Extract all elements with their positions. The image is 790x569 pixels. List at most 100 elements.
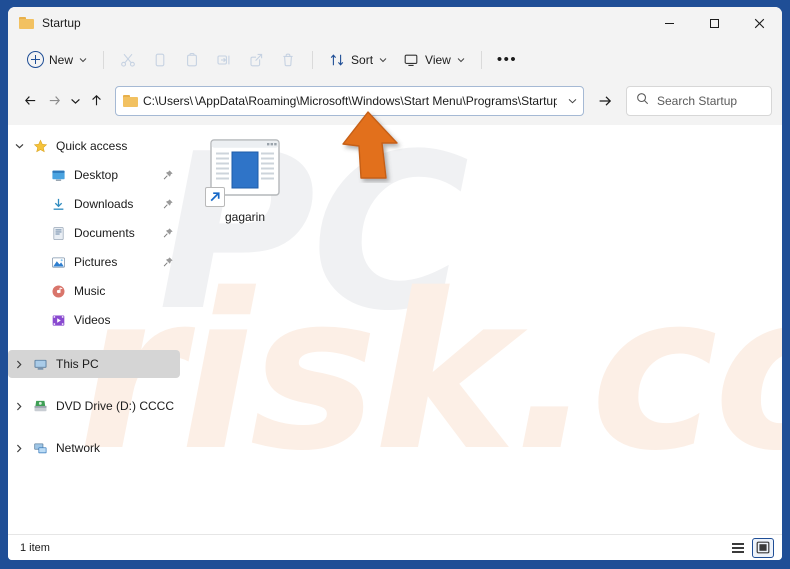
trash-icon bbox=[279, 51, 297, 69]
chevron-right-icon[interactable] bbox=[8, 402, 30, 411]
maximize-button[interactable] bbox=[692, 7, 737, 39]
share-button[interactable] bbox=[240, 45, 272, 75]
delete-button[interactable] bbox=[272, 45, 304, 75]
ellipsis-icon: ••• bbox=[496, 51, 518, 68]
title-bar-left: Startup bbox=[8, 16, 81, 30]
sidebar-item-this-pc[interactable]: This PC bbox=[8, 350, 180, 378]
status-bar: 1 item bbox=[8, 534, 782, 560]
sidebar-item-dvd-drive[interactable]: DVD Drive (D:) CCCC bbox=[8, 392, 180, 420]
documents-icon bbox=[48, 225, 68, 241]
pictures-icon bbox=[48, 254, 68, 270]
plus-circle-icon bbox=[27, 51, 44, 68]
window-title: Startup bbox=[42, 16, 81, 30]
sidebar-item-documents[interactable]: Documents bbox=[8, 219, 180, 247]
more-options-button[interactable]: ••• bbox=[490, 45, 524, 75]
go-button[interactable] bbox=[593, 86, 617, 116]
address-path-suffix: \AppData\Roaming\Microsoft\Windows\Start… bbox=[194, 93, 557, 108]
navigation-pane: Quick access Desktop Downloads Documents… bbox=[8, 125, 185, 534]
list-item[interactable]: gagarin bbox=[193, 133, 297, 228]
shortcut-arrow-icon bbox=[205, 187, 225, 207]
address-path-prefix: C:\Users\ bbox=[142, 93, 193, 108]
sidebar-item-label: Quick access bbox=[56, 139, 128, 153]
file-list-view[interactable]: gagarin bbox=[185, 125, 782, 534]
address-path: C:\Users\ \AppData\Roaming\Microsoft\Win… bbox=[143, 94, 557, 108]
music-icon bbox=[48, 283, 68, 299]
toolbar-divider-3 bbox=[480, 50, 482, 69]
sidebar-item-label: Downloads bbox=[74, 197, 134, 211]
up-button[interactable] bbox=[85, 86, 109, 116]
downloads-icon bbox=[48, 196, 68, 212]
chevron-down-icon bbox=[378, 55, 388, 65]
details-view-button[interactable] bbox=[727, 538, 749, 558]
copy-button[interactable] bbox=[144, 45, 176, 75]
network-icon bbox=[30, 440, 50, 456]
dvd-drive-icon bbox=[30, 398, 50, 414]
chevron-right-icon[interactable] bbox=[8, 444, 30, 453]
sidebar-item-videos[interactable]: Videos bbox=[8, 306, 180, 334]
pin-icon[interactable] bbox=[162, 227, 174, 239]
window-controls bbox=[647, 7, 782, 39]
sidebar-item-music[interactable]: Music bbox=[8, 277, 180, 305]
paste-button[interactable] bbox=[176, 45, 208, 75]
title-bar: Startup bbox=[8, 7, 782, 39]
search-input[interactable]: Search Startup bbox=[657, 94, 737, 108]
close-button[interactable] bbox=[737, 7, 782, 39]
copy-icon bbox=[151, 51, 169, 69]
window-body: Quick access Desktop Downloads Documents… bbox=[8, 125, 782, 534]
sidebar-item-label: Network bbox=[56, 441, 101, 455]
rename-button[interactable] bbox=[208, 45, 240, 75]
pin-icon[interactable] bbox=[162, 256, 174, 268]
list-item-label: gagarin bbox=[224, 210, 266, 224]
sort-button[interactable]: Sort bbox=[321, 45, 395, 75]
clipboard-icon bbox=[183, 51, 201, 69]
this-pc-icon bbox=[30, 356, 50, 372]
sidebar-item-network[interactable]: Network bbox=[8, 434, 180, 462]
address-dropdown-chevron-icon[interactable] bbox=[562, 95, 577, 107]
address-bar-row: C:\Users\ \AppData\Roaming\Microsoft\Win… bbox=[8, 80, 782, 125]
back-button[interactable] bbox=[18, 86, 42, 116]
command-bar: New Sort View ••• bbox=[8, 39, 782, 80]
window-frame: PC risk.com Startup bbox=[0, 0, 790, 569]
sidebar-item-label: Music bbox=[74, 284, 106, 298]
sort-button-label: Sort bbox=[351, 52, 374, 67]
address-bar[interactable]: C:\Users\ \AppData\Roaming\Microsoft\Win… bbox=[114, 85, 584, 116]
toolbar-divider bbox=[103, 50, 105, 69]
view-button-label: View bbox=[425, 52, 451, 67]
sidebar-item-label: Desktop bbox=[74, 168, 119, 182]
sidebar-item-pictures[interactable]: Pictures bbox=[8, 248, 180, 276]
sidebar-item-quick-access[interactable]: Quick access bbox=[8, 132, 180, 160]
pin-icon[interactable] bbox=[162, 198, 174, 210]
videos-icon bbox=[48, 312, 68, 328]
recent-locations-button[interactable] bbox=[67, 86, 85, 116]
cut-button[interactable] bbox=[112, 45, 144, 75]
new-button[interactable]: New bbox=[20, 45, 95, 75]
new-button-label: New bbox=[49, 52, 74, 67]
monitor-icon bbox=[402, 51, 420, 69]
search-box[interactable]: Search Startup bbox=[626, 85, 772, 116]
sidebar-item-downloads[interactable]: Downloads bbox=[8, 190, 180, 218]
application-shortcut-icon bbox=[205, 137, 285, 207]
sidebar-item-label: This PC bbox=[56, 357, 99, 371]
folder-icon bbox=[122, 94, 138, 107]
sidebar-item-label: Documents bbox=[74, 226, 135, 240]
view-button[interactable]: View bbox=[395, 45, 473, 75]
chevron-down-icon bbox=[78, 55, 88, 65]
scissors-icon bbox=[119, 51, 137, 69]
sort-arrows-icon bbox=[328, 51, 346, 69]
file-explorer-window: PC risk.com Startup bbox=[8, 7, 782, 560]
desktop-icon bbox=[48, 167, 68, 183]
pin-icon[interactable] bbox=[162, 169, 174, 181]
folder-icon bbox=[19, 17, 34, 29]
forward-button[interactable] bbox=[42, 86, 66, 116]
star-icon bbox=[30, 138, 50, 154]
chevron-down-icon[interactable] bbox=[8, 143, 30, 149]
minimize-button[interactable] bbox=[647, 7, 692, 39]
rename-icon bbox=[215, 51, 233, 69]
toolbar-divider-2 bbox=[312, 50, 314, 69]
chevron-right-icon[interactable] bbox=[8, 360, 30, 369]
large-icons-view-button[interactable] bbox=[752, 537, 774, 558]
item-count-label: 1 item bbox=[20, 541, 50, 554]
sidebar-item-desktop[interactable]: Desktop bbox=[8, 161, 180, 189]
